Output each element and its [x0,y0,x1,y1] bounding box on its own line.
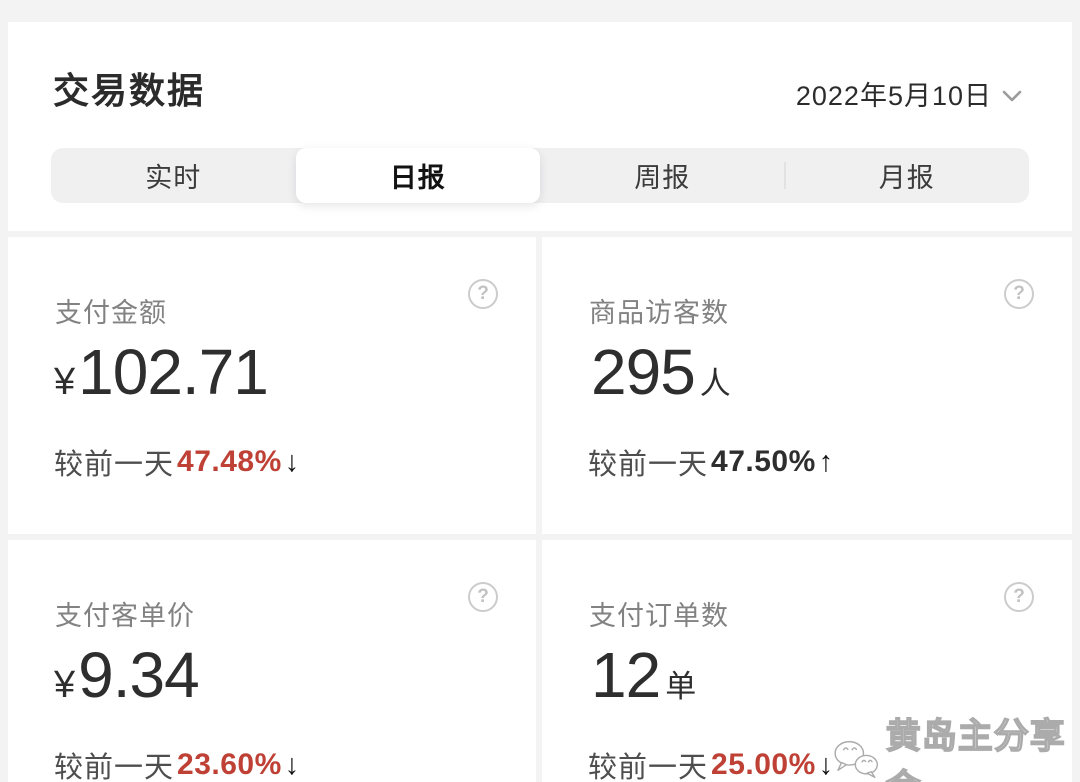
metric-change-row: 较前一天 23.60% ↓ [54,744,299,782]
compare-prefix: 较前一天 [54,449,175,481]
tab-realtime[interactable]: 实时 [51,148,296,203]
metric-change-row: 较前一天 25.00% ↓ [588,744,833,782]
metric-value: 102.71 [78,336,269,408]
metric-change-row: 较前一天 47.50% ↑ [588,441,833,483]
metric-unit: 人 [699,366,731,401]
metric-value-row: 295 人 [588,335,731,409]
compare-percent: 23.60% [177,748,282,781]
trend-down-icon: ↓ [284,445,300,478]
transaction-data-screen: 交易数据 2022年5月10日 实时 日报 周报 月报 支付金额 ? ¥ 102… [0,0,1080,782]
compare-percent: 47.50% [711,445,816,478]
chevron-down-icon [1002,90,1022,101]
metric-card-payment-per-customer[interactable]: 支付客单价 ? ¥ 9.34 较前一天 23.60% ↓ [8,540,536,782]
page-title: 交易数据 [53,70,206,111]
tab-monthly-report[interactable]: 月报 [785,148,1030,203]
trend-down-icon: ↓ [818,748,834,781]
metric-label: 支付订单数 [589,601,729,631]
currency-symbol: ¥ [54,664,76,706]
metric-label: 支付金额 [55,298,167,328]
metric-value: 295 [591,336,696,408]
header-panel: 交易数据 2022年5月10日 实时 日报 周报 月报 [8,22,1072,231]
metric-value: 12 [591,639,661,711]
date-label: 2022年5月10日 [795,81,992,111]
metric-label: 商品访客数 [589,298,729,328]
trend-down-icon: ↓ [284,748,300,781]
compare-prefix: 较前一天 [588,752,709,782]
trend-up-icon: ↑ [818,445,834,478]
compare-percent: 47.48% [177,445,282,478]
help-icon[interactable]: ? [468,279,498,309]
metric-label: 支付客单价 [55,601,195,631]
currency-symbol: ¥ [54,361,76,403]
help-icon[interactable]: ? [1004,582,1034,612]
metric-value: 9.34 [78,639,200,711]
metric-value-row: ¥ 9.34 [54,638,204,712]
compare-percent: 25.00% [711,748,816,781]
compare-prefix: 较前一天 [588,449,709,481]
metric-change-row: 较前一天 47.48% ↓ [54,441,299,483]
help-icon[interactable]: ? [468,582,498,612]
tab-weekly-report[interactable]: 周报 [540,148,785,203]
report-period-tab-bar: 实时 日报 周报 月报 [51,148,1029,203]
tab-divider [784,162,786,189]
tab-daily-report[interactable]: 日报 [295,148,540,203]
metric-card-payment-orders[interactable]: 支付订单数 ? 12 单 较前一天 25.00% ↓ [542,540,1072,782]
metric-card-product-visitors[interactable]: 商品访客数 ? 295 人 较前一天 47.50% ↑ [542,237,1072,534]
metric-value-row: 12 单 [588,638,696,712]
metric-unit: 单 [665,669,697,704]
compare-prefix: 较前一天 [54,752,175,782]
help-icon[interactable]: ? [1004,279,1034,309]
metric-value-row: ¥ 102.71 [54,335,273,409]
date-picker[interactable]: 2022年5月10日 [796,74,1022,113]
metric-card-payment-amount[interactable]: 支付金额 ? ¥ 102.71 较前一天 47.48% ↓ [8,237,536,534]
